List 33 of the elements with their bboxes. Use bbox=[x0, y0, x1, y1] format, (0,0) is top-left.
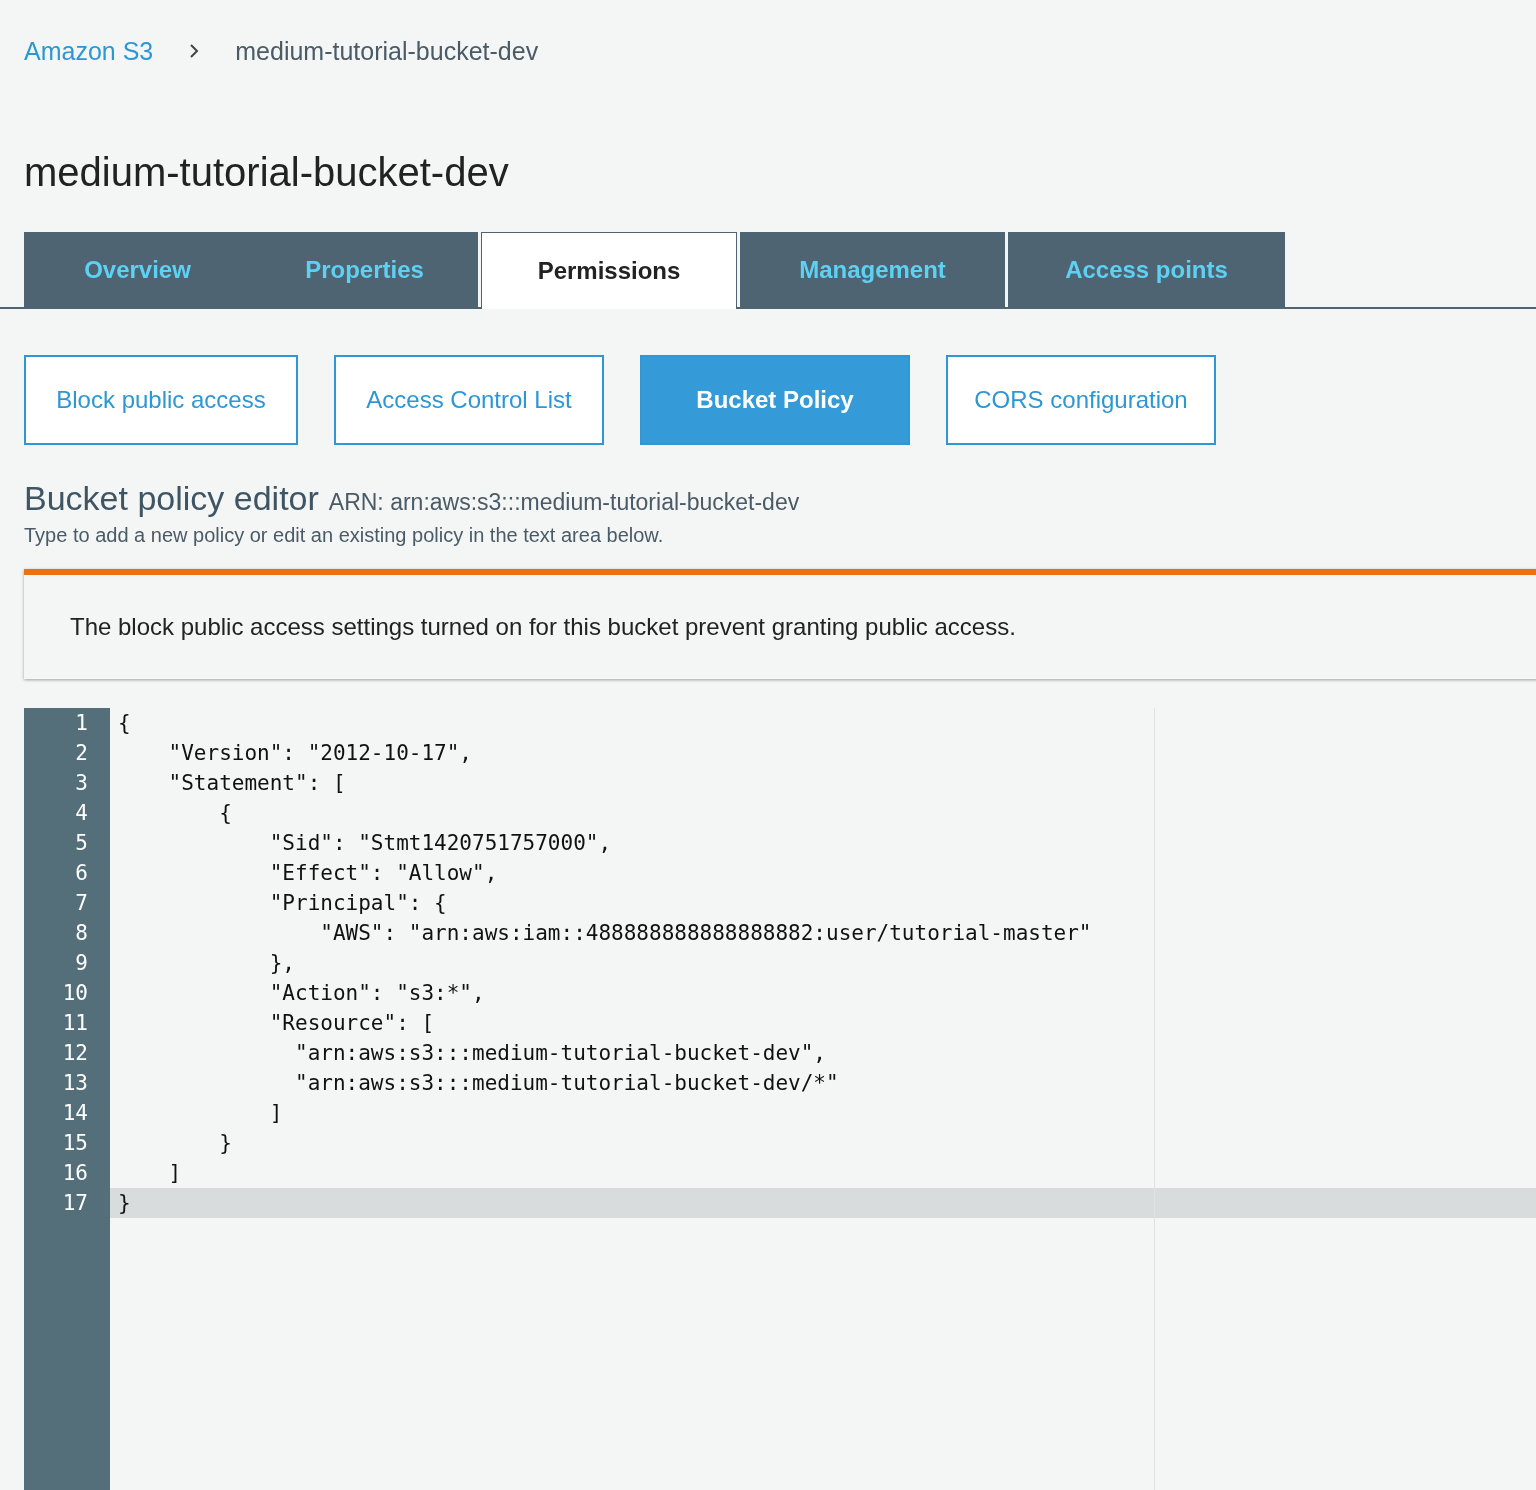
line-number: 7 bbox=[74, 890, 89, 917]
line-number: 16 bbox=[61, 1160, 89, 1187]
line-number: 15 bbox=[61, 1130, 89, 1157]
line-number: 6 bbox=[74, 860, 89, 887]
line-number: 13 bbox=[61, 1070, 89, 1097]
line-number: 5 bbox=[74, 830, 89, 857]
line-number: 9 bbox=[74, 950, 89, 977]
section-title: Bucket policy editor bbox=[24, 479, 319, 518]
breadcrumb-link[interactable]: Amazon S3 bbox=[24, 36, 154, 66]
tab[interactable]: Access points bbox=[1008, 232, 1285, 307]
arn-text: ARN: arn:aws:s3:::medium-tutorial-bucket-dev bbox=[328, 489, 800, 516]
tab[interactable]: Management bbox=[740, 232, 1005, 307]
sub-tab-button[interactable]: Bucket Policy bbox=[640, 355, 910, 445]
line-number: 11 bbox=[61, 1010, 89, 1037]
line-number: 4 bbox=[74, 800, 89, 827]
warning-alert: The block public access settings turned on for this bucket prevent granting public access. bbox=[24, 569, 1536, 679]
line-number: 8 bbox=[74, 920, 89, 947]
line-number: 12 bbox=[61, 1040, 89, 1067]
sub-tab-button[interactable]: Access Control List bbox=[334, 355, 604, 445]
tab[interactable]: Properties bbox=[251, 232, 478, 307]
hint-text: Type to add a new policy or edit an existing policy in the text area below. bbox=[23, 523, 665, 547]
line-number: 1 bbox=[74, 710, 89, 737]
line-number: 10 bbox=[61, 980, 89, 1007]
line-number: 14 bbox=[61, 1100, 89, 1127]
tab[interactable]: Permissions bbox=[481, 232, 737, 309]
line-number: 17 bbox=[61, 1190, 89, 1217]
sub-tab-button[interactable]: Block public access bbox=[24, 355, 298, 445]
page-title: medium-tutorial-bucket-dev bbox=[24, 149, 510, 195]
line-number: 3 bbox=[74, 770, 89, 797]
tab[interactable]: Overview bbox=[24, 232, 251, 307]
sub-tab-button[interactable]: CORS configuration bbox=[946, 355, 1216, 445]
line-number: 2 bbox=[74, 740, 89, 767]
breadcrumb-text: medium-tutorial-bucket-dev bbox=[235, 36, 539, 66]
